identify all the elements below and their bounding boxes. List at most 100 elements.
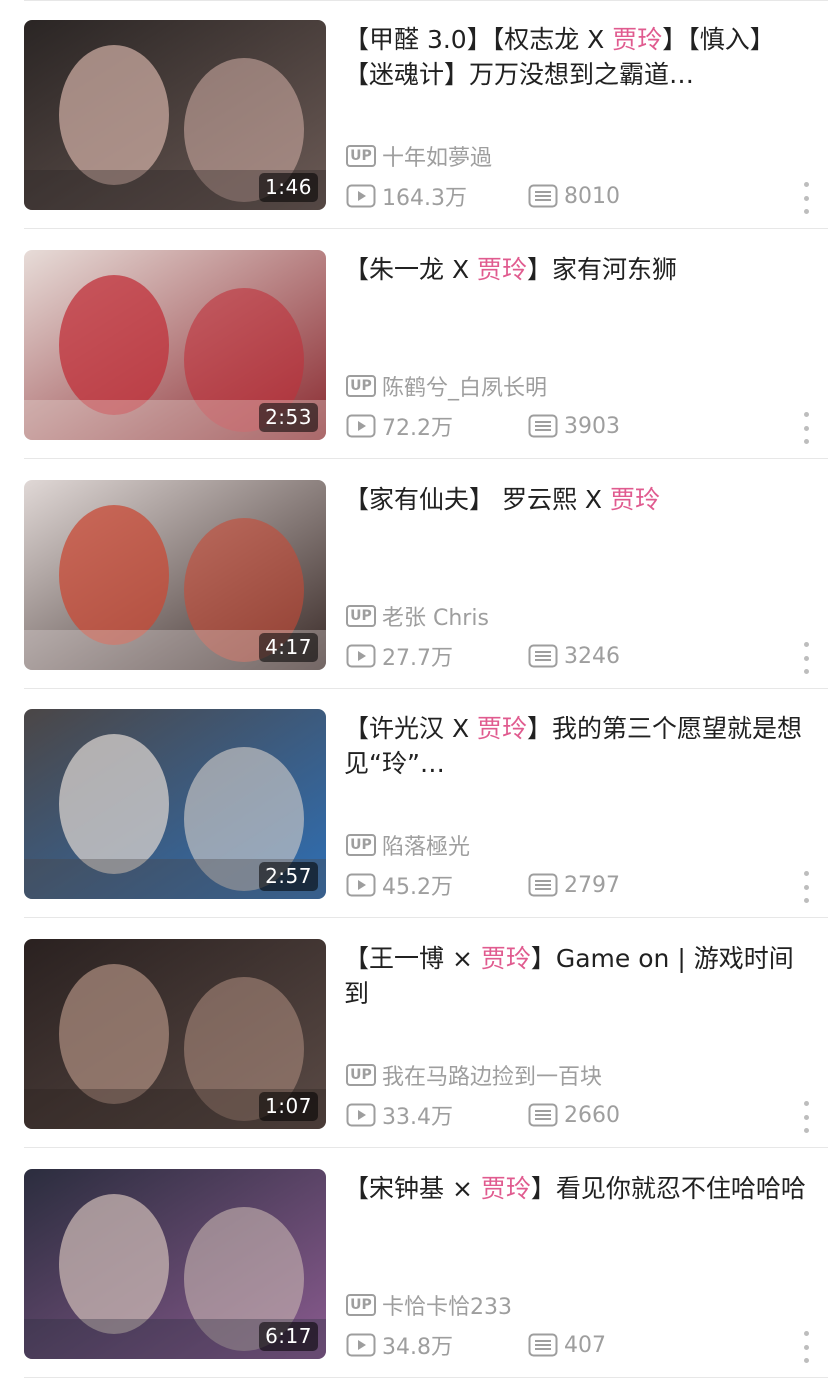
video-title[interactable]: 【朱一龙 X 贾玲】家有河东狮 <box>344 252 806 287</box>
title-highlight: 贾玲 <box>612 25 663 54</box>
video-title[interactable]: 【宋钟基 × 贾玲】看见你就忍不住哈哈哈 <box>344 1171 806 1206</box>
play-count-icon <box>346 414 376 438</box>
danmaku-icon <box>528 414 558 438</box>
uploader-name[interactable]: 陈鹤兮_白夙长明 <box>382 370 547 402</box>
danmaku-count-value: 8010 <box>564 183 620 209</box>
danmaku-icon <box>528 184 558 208</box>
danmaku-count-value: 407 <box>564 1332 606 1358</box>
more-options-icon[interactable] <box>798 412 814 444</box>
play-count-icon <box>346 184 376 208</box>
danmaku-count-value: 2660 <box>564 1102 620 1128</box>
danmaku-count-value: 3246 <box>564 643 620 669</box>
uploader-row: UP 老张 Chris <box>346 600 489 632</box>
title-highlight: 贾玲 <box>477 714 528 743</box>
stats-row: 34.8万 407 <box>346 1329 606 1361</box>
title-text: 【家有仙夫】 罗云熙 X <box>344 485 610 514</box>
view-count-value: 34.8万 <box>382 1335 453 1360</box>
up-badge-icon: UP <box>346 834 376 856</box>
uploader-name[interactable]: 十年如夢過 <box>382 140 492 172</box>
video-card[interactable]: 2:57 【许光汉 X 贾玲】我的第三个愿望就是想见“玲”… UP 陷落極光 4… <box>0 689 828 918</box>
video-title[interactable]: 【王一博 × 贾玲】Game on | 游戏时间到 <box>344 941 806 1011</box>
danmaku-count: 3246 <box>528 644 620 669</box>
danmaku-icon <box>528 873 558 897</box>
video-thumbnail[interactable]: 4:17 <box>24 480 326 670</box>
video-thumbnail[interactable]: 2:53 <box>24 250 326 440</box>
video-title[interactable]: 【许光汉 X 贾玲】我的第三个愿望就是想见“玲”… <box>344 711 806 781</box>
view-count: 27.7万 <box>346 640 528 672</box>
danmaku-count: 2660 <box>528 1103 620 1128</box>
play-count-icon <box>346 1333 376 1357</box>
item-divider <box>24 458 828 459</box>
video-card[interactable]: 6:17 【宋钟基 × 贾玲】看见你就忍不住哈哈哈 UP 卡恰卡恰233 34.… <box>0 1149 828 1378</box>
view-count: 33.4万 <box>346 1099 528 1131</box>
title-highlight: 贾玲 <box>480 1174 531 1203</box>
more-options-icon[interactable] <box>798 1331 814 1363</box>
stats-row: 164.3万 8010 <box>346 180 620 212</box>
view-count-value: 72.2万 <box>382 416 453 441</box>
up-badge-icon: UP <box>346 145 376 167</box>
title-text: 【朱一龙 X <box>344 255 478 284</box>
more-options-icon[interactable] <box>798 642 814 674</box>
uploader-name[interactable]: 卡恰卡恰233 <box>382 1289 512 1321</box>
title-highlight: 贾玲 <box>480 944 531 973</box>
title-text: 【王一博 × <box>344 944 481 973</box>
more-options-icon[interactable] <box>798 871 814 903</box>
view-count: 164.3万 <box>346 180 528 212</box>
video-duration: 1:07 <box>259 1092 318 1121</box>
play-count-icon <box>346 644 376 668</box>
uploader-row: UP 我在马路边捡到一百块 <box>346 1059 602 1091</box>
uploader-name[interactable]: 陷落極光 <box>382 829 470 861</box>
danmaku-count-value: 3903 <box>564 413 620 439</box>
up-badge-icon: UP <box>346 1064 376 1086</box>
video-duration: 1:46 <box>259 173 318 202</box>
uploader-row: UP 陷落極光 <box>346 829 470 861</box>
video-title[interactable]: 【甲醛 3.0】【权志龙 X 贾玲】【慎入】【迷魂计】万万没想到之霸道… <box>344 22 806 92</box>
uploader-row: UP 卡恰卡恰233 <box>346 1289 512 1321</box>
danmaku-icon <box>528 1333 558 1357</box>
view-count-value: 164.3万 <box>382 186 467 211</box>
danmaku-icon <box>528 1103 558 1127</box>
video-title[interactable]: 【家有仙夫】 罗云熙 X 贾玲 <box>344 482 806 517</box>
danmaku-count: 407 <box>528 1333 606 1358</box>
video-duration: 4:17 <box>259 633 318 662</box>
title-text: 】看见你就忍不住哈哈哈 <box>530 1174 806 1203</box>
more-options-icon[interactable] <box>798 182 814 214</box>
danmaku-icon <box>528 644 558 668</box>
video-thumbnail[interactable]: 6:17 <box>24 1169 326 1359</box>
title-text: 【宋钟基 × <box>344 1174 481 1203</box>
stats-row: 45.2万 2797 <box>346 869 620 901</box>
uploader-name[interactable]: 我在马路边捡到一百块 <box>382 1059 602 1091</box>
stats-row: 72.2万 3903 <box>346 410 620 442</box>
view-count-value: 45.2万 <box>382 875 453 900</box>
video-thumbnail[interactable]: 1:46 <box>24 20 326 210</box>
video-duration: 6:17 <box>259 1322 318 1351</box>
play-count-icon <box>346 873 376 897</box>
danmaku-count: 3903 <box>528 414 620 439</box>
uploader-name[interactable]: 老张 Chris <box>382 600 489 632</box>
up-badge-icon: UP <box>346 375 376 397</box>
title-text: 【许光汉 X <box>344 714 478 743</box>
play-count-icon <box>346 1103 376 1127</box>
title-highlight: 贾玲 <box>609 485 660 514</box>
uploader-row: UP 十年如夢過 <box>346 140 492 172</box>
stats-row: 27.7万 3246 <box>346 640 620 672</box>
video-card[interactable]: 2:53 【朱一龙 X 贾玲】家有河东狮 UP 陈鹤兮_白夙长明 72.2万 3… <box>0 230 828 459</box>
view-count: 72.2万 <box>346 410 528 442</box>
view-count-value: 33.4万 <box>382 1105 453 1130</box>
title-highlight: 贾玲 <box>477 255 528 284</box>
view-count-value: 27.7万 <box>382 646 453 671</box>
item-divider <box>24 1147 828 1148</box>
video-thumbnail[interactable]: 1:07 <box>24 939 326 1129</box>
title-text: 】家有河东狮 <box>527 255 678 284</box>
video-thumbnail[interactable]: 2:57 <box>24 709 326 899</box>
up-badge-icon: UP <box>346 1294 376 1316</box>
video-card[interactable]: 4:17 【家有仙夫】 罗云熙 X 贾玲 UP 老张 Chris 27.7万 3… <box>0 460 828 689</box>
video-card[interactable]: 1:46 【甲醛 3.0】【权志龙 X 贾玲】【慎入】【迷魂计】万万没想到之霸道… <box>0 0 828 229</box>
more-options-icon[interactable] <box>798 1101 814 1133</box>
danmaku-count: 2797 <box>528 873 620 898</box>
view-count: 34.8万 <box>346 1329 528 1361</box>
stats-row: 33.4万 2660 <box>346 1099 620 1131</box>
up-badge-icon: UP <box>346 605 376 627</box>
video-card[interactable]: 1:07 【王一博 × 贾玲】Game on | 游戏时间到 UP 我在马路边捡… <box>0 919 828 1148</box>
item-divider <box>24 228 828 229</box>
